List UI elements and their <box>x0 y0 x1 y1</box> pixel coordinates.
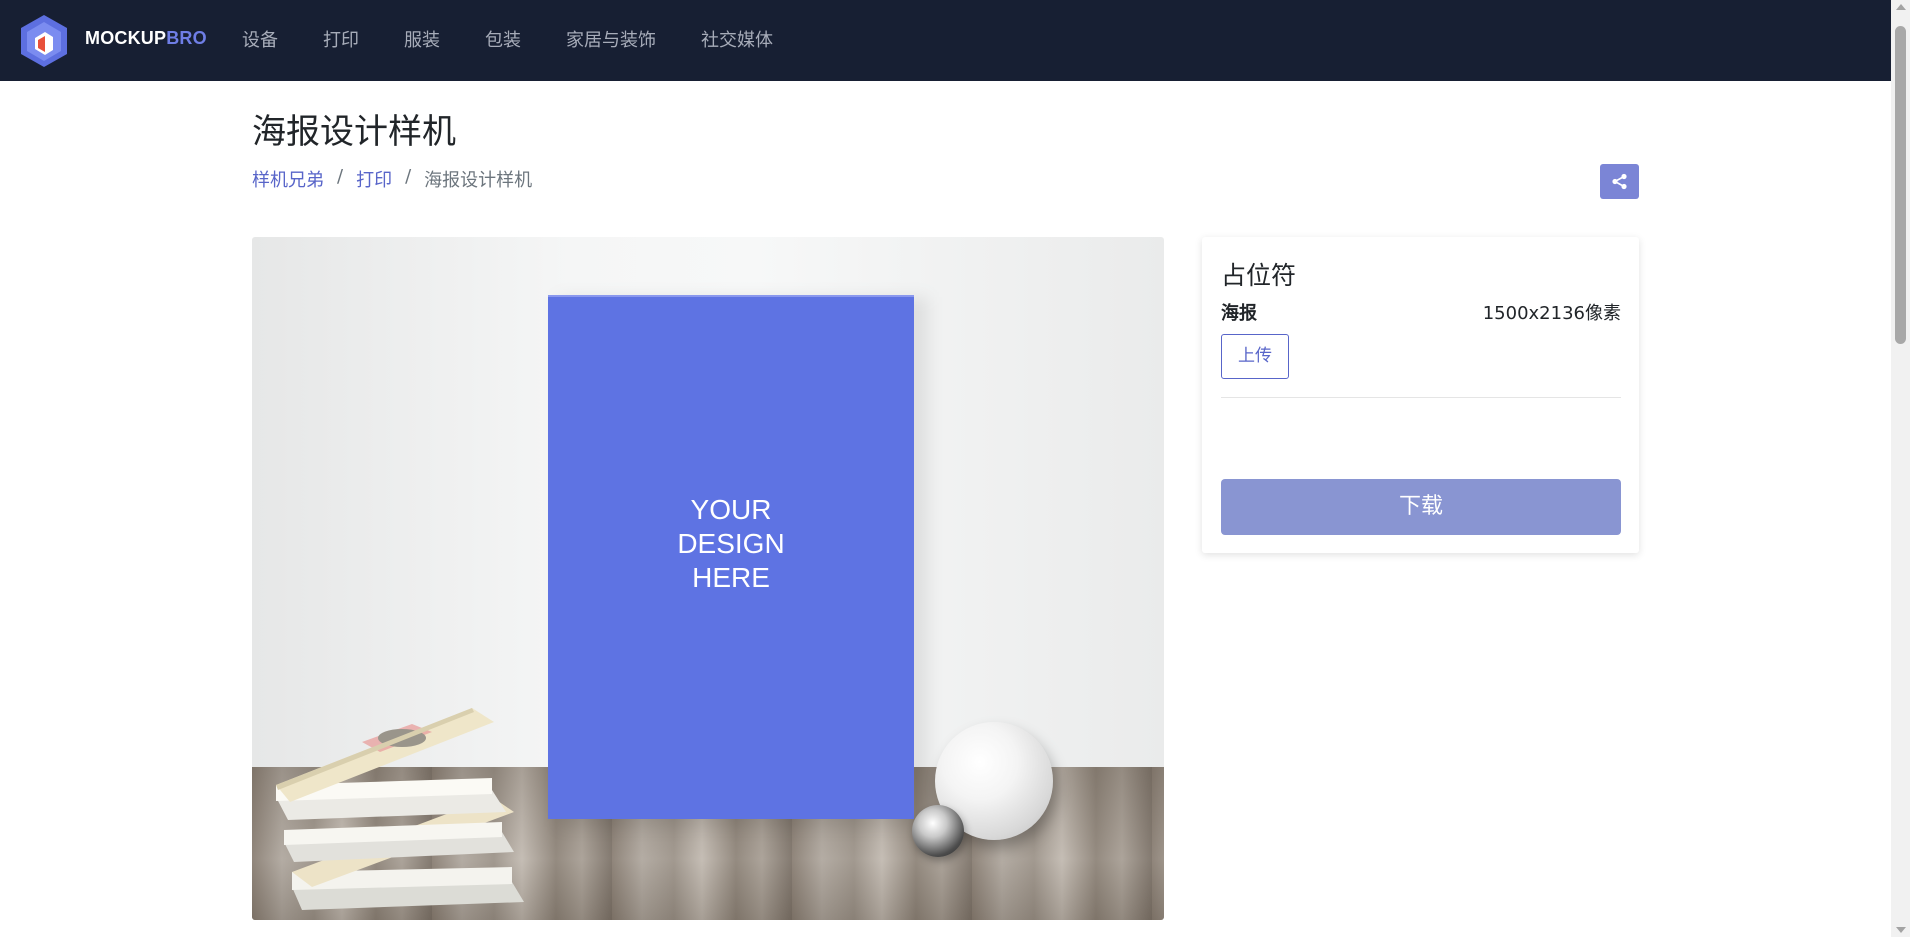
share-icon <box>1612 173 1627 190</box>
breadcrumb-print[interactable]: 打印 <box>356 166 392 192</box>
poster-text-line: DESIGN <box>677 528 785 559</box>
brand-accent: BRO <box>166 28 207 48</box>
poster-text-line: YOUR <box>690 494 772 525</box>
nav-link-apparel[interactable]: 服装 <box>404 26 440 52</box>
panel-divider <box>1221 397 1621 398</box>
panel-title: 占位符 <box>1221 261 1297 290</box>
nav-link-home-decor[interactable]: 家居与装饰 <box>566 26 656 52</box>
book-stack-image <box>276 708 524 910</box>
breadcrumb-separator: / <box>337 166 344 187</box>
scrollbar-thumb[interactable] <box>1895 26 1906 344</box>
nav-link-packaging[interactable]: 包装 <box>485 26 521 52</box>
brand-name[interactable]: MOCKUPBRO <box>85 28 207 49</box>
nav-link-print[interactable]: 打印 <box>323 26 359 52</box>
poster-text: YOUR DESIGN HERE <box>548 493 914 595</box>
breadcrumb-home[interactable]: 样机兄弟 <box>252 166 324 192</box>
layer-size: 1500x2136像素 <box>1482 303 1621 324</box>
download-button[interactable]: 下载 <box>1221 479 1621 535</box>
breadcrumb: 样机兄弟 / 打印 / 海报设计样机 <box>252 166 532 192</box>
placeholder-panel: 占位符 海报 1500x2136像素 上传 下载 <box>1202 237 1639 553</box>
page-scrollbar[interactable] <box>1891 0 1910 937</box>
mockup-preview: YOUR DESIGN HERE <box>252 237 1164 920</box>
share-button[interactable] <box>1600 164 1639 199</box>
poster-placeholder[interactable]: YOUR DESIGN HERE <box>548 295 914 819</box>
nav-links: 设备 打印 服装 包装 家居与装饰 社交媒体 <box>242 26 818 52</box>
scroll-up-arrow-icon[interactable] <box>1896 4 1906 10</box>
breadcrumb-separator: / <box>405 166 412 187</box>
scroll-down-arrow-icon[interactable] <box>1896 927 1906 933</box>
breadcrumb-current: 海报设计样机 <box>424 170 533 191</box>
nav-link-devices[interactable]: 设备 <box>242 26 278 52</box>
upload-button[interactable]: 上传 <box>1221 334 1289 379</box>
poster-text-line: HERE <box>692 562 770 593</box>
logo-icon[interactable] <box>18 14 70 68</box>
nav-link-social-media[interactable]: 社交媒体 <box>701 26 773 52</box>
top-navbar: MOCKUPBRO 设备 打印 服装 包装 家居与装饰 社交媒体 <box>0 0 1891 81</box>
brand-main: MOCKUP <box>85 28 167 48</box>
layer-name: 海报 <box>1221 303 1257 324</box>
chrome-sphere <box>912 805 964 857</box>
page-title: 海报设计样机 <box>252 112 456 152</box>
